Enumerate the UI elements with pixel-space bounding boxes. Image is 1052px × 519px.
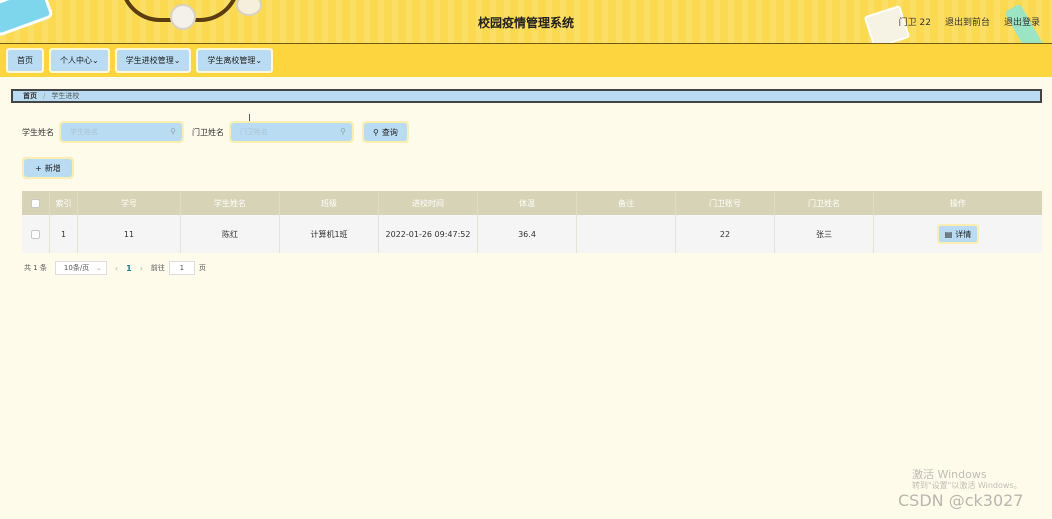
student-name-field: ⚲: [59, 121, 184, 143]
current-page[interactable]: 1: [126, 264, 132, 273]
goto-page-input[interactable]: 1: [168, 261, 195, 275]
add-label: 新增: [44, 163, 61, 173]
cell-temperature: 36.4: [478, 215, 577, 253]
select-all-checkbox[interactable]: [31, 198, 40, 208]
cell-entry-time: 2022-01-26 09:47:52: [379, 215, 478, 253]
column-header: 备注: [577, 191, 676, 215]
app-header: 校园疫情管理系统 门卫 22 退出到前台 退出登录: [0, 0, 1052, 44]
page-size-value: 10条/页: [63, 264, 90, 272]
nav-item-home[interactable]: 首页: [6, 48, 44, 73]
page-unit: 页: [198, 264, 206, 272]
windows-activation-watermark: 激活 Windows 转到"设置"以激活 Windows。: [912, 468, 1022, 491]
nav-item-leave-management[interactable]: 学生离校管理 ⌄: [196, 48, 274, 73]
guard-name-label: 门卫姓名: [192, 127, 224, 137]
search-icon: ⚲: [373, 127, 379, 137]
column-header: 进校时间: [379, 191, 478, 215]
table-body: 1 11 陈红 计算机1班 2022-01-26 09:47:52 36.4 2…: [22, 215, 1042, 253]
column-header: 索引: [50, 191, 78, 215]
column-header: 体温: [478, 191, 577, 215]
cell-actions: ▤ 详情: [874, 215, 1042, 253]
search-icon: ⚲: [340, 127, 346, 136]
table-row: 1 11 陈红 计算机1班 2022-01-26 09:47:52 36.4 2…: [22, 215, 1042, 253]
nav-label: 个人中心: [60, 56, 92, 65]
student-name-input[interactable]: [70, 128, 160, 136]
breadcrumb-home[interactable]: 首页: [23, 91, 37, 101]
nav-item-profile[interactable]: 个人中心 ⌄: [49, 48, 110, 73]
query-button[interactable]: ⚲ 查询: [362, 121, 409, 143]
plus-icon: +: [35, 163, 42, 173]
cell-class: 计算机1班: [280, 215, 379, 253]
select-all-cell: [22, 191, 50, 215]
cell-student-id: 11: [78, 215, 181, 253]
column-header: 门卫账号: [676, 191, 775, 215]
nav-item-entry-management[interactable]: 学生进校管理 ⌄: [114, 48, 192, 73]
student-name-label: 学生姓名: [22, 127, 54, 137]
page-jump: 前往 1 页: [151, 261, 206, 275]
breadcrumb-separator: /: [43, 92, 46, 100]
header-links: 门卫 22 退出到前台 退出登录: [899, 15, 1040, 28]
query-label: 查询: [381, 127, 398, 137]
logout-link[interactable]: 退出登录: [1004, 15, 1040, 28]
table-header: 索引 学号 学生姓名 班级 进校时间 体温 备注 门卫账号 门卫姓名 操作: [22, 191, 1042, 215]
watermark-line: 转到"设置"以激活 Windows。: [912, 481, 1022, 491]
watermark-line: 激活 Windows: [912, 468, 987, 481]
add-button[interactable]: + 新增: [22, 157, 74, 179]
row-checkbox[interactable]: [31, 229, 40, 239]
chevron-down-icon: ⌄: [92, 56, 99, 65]
cell-index: 1: [50, 215, 78, 253]
column-header: 学生姓名: [181, 191, 280, 215]
guard-name-input[interactable]: [240, 128, 330, 136]
breadcrumb: 首页 / 学生进校: [11, 89, 1042, 103]
chevron-down-icon: ⌄: [96, 264, 102, 272]
search-bar: 学生姓名 ⚲ 门卫姓名 ⚲ ⚲查询: [22, 121, 409, 143]
column-header: 操作: [950, 198, 966, 208]
page-size-select[interactable]: 10条/页 ⌄: [54, 261, 107, 275]
nav-label: 学生离校管理: [207, 56, 256, 65]
current-user: 门卫 22: [898, 18, 931, 28]
next-page-icon[interactable]: ›: [140, 264, 143, 273]
chevron-down-icon: ⌄: [173, 56, 181, 65]
prev-page-icon[interactable]: ‹: [115, 264, 118, 273]
nav-label: 首页: [17, 56, 33, 65]
goto-label: 前往: [150, 264, 165, 272]
total-count: 共 1 条: [24, 264, 47, 272]
csdn-watermark: CSDN @ck3027: [898, 491, 1024, 510]
pagination: 共 1 条 10条/页 ⌄ ‹ 1 › 前往 1 页: [24, 261, 206, 275]
detail-label: 详情: [955, 229, 972, 239]
nav-label: 学生进校管理: [125, 56, 174, 65]
column-header: 班级: [280, 191, 379, 215]
column-header: 门卫姓名: [775, 191, 874, 215]
detail-button[interactable]: ▤ 详情: [936, 224, 980, 244]
search-icon: ⚲: [170, 127, 176, 136]
chevron-down-icon: ⌄: [255, 56, 263, 65]
app-title: 校园疫情管理系统: [477, 16, 574, 30]
cell-student-name: 陈红: [181, 215, 280, 253]
document-icon: ▤: [944, 229, 953, 239]
row-select-cell: [22, 215, 50, 253]
guard-name-field: ⚲: [229, 121, 354, 143]
cell-guard-name: 张三: [775, 215, 874, 253]
front-link[interactable]: 退出到前台: [945, 15, 990, 28]
breadcrumb-current: 学生进校: [51, 92, 80, 100]
column-header: 学号: [78, 191, 181, 215]
cell-note: [577, 215, 676, 253]
cell-guard-account: 22: [676, 215, 775, 253]
entry-table: 索引 学号 学生姓名 班级 进校时间 体温 备注 门卫账号 门卫姓名 操作 1 …: [22, 191, 1042, 253]
top-nav: 首页 个人中心 ⌄ 学生进校管理 ⌄ 学生离校管理 ⌄: [0, 44, 1052, 77]
